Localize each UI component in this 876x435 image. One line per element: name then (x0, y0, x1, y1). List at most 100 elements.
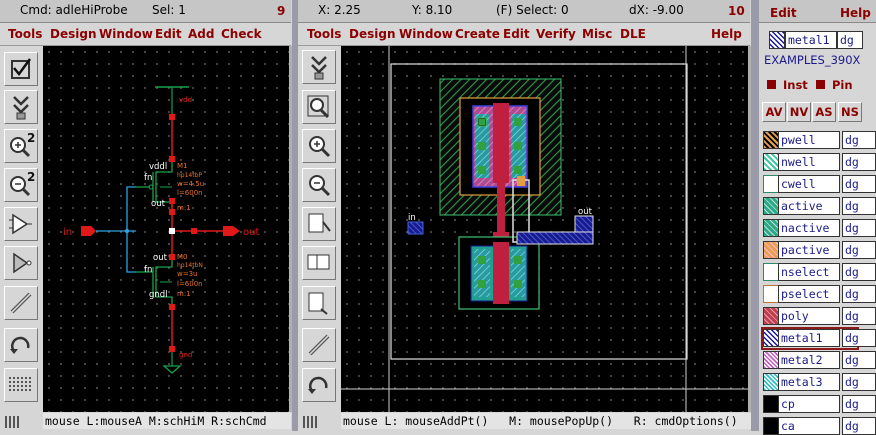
fn-n-label: fn (144, 265, 152, 275)
schematic-window-number: 9 (277, 4, 286, 18)
layout-menu-help[interactable]: Help (711, 27, 742, 41)
pselect-swatch (763, 285, 779, 303)
layout-menu-verify[interactable]: Verify (536, 27, 576, 41)
layer-name: nactive (778, 219, 840, 237)
layer-nactive[interactable]: nactive dg (761, 219, 876, 237)
layout-menu-misc[interactable]: Misc (582, 27, 612, 41)
layout-menu-create[interactable]: Create (455, 27, 500, 41)
undo-button[interactable] (4, 328, 38, 362)
layer-purpose: dg (842, 417, 876, 435)
m0-name: M0 (177, 253, 188, 261)
layer-pwell[interactable]: pwell dg (761, 131, 876, 149)
layer-purpose: dg (842, 197, 876, 215)
palette-library: EXAMPLES_390X (764, 53, 861, 67)
check-button[interactable] (4, 52, 38, 86)
none-selectable-button[interactable]: NS (838, 102, 862, 122)
layout-menu-edit[interactable]: Edit (503, 27, 530, 41)
palette-menu-help[interactable]: Help (840, 6, 871, 20)
path-icon (308, 334, 330, 356)
vddl-label: vddl (149, 162, 167, 172)
pins-button[interactable] (4, 368, 38, 402)
none-visible-button[interactable]: NV (787, 102, 811, 122)
layer-cp[interactable]: cp dg (761, 395, 876, 413)
layer-cwell[interactable]: cwell dg (761, 175, 876, 193)
m0-model: hp14tbN (177, 262, 203, 269)
layer-active[interactable]: active dg (761, 197, 876, 215)
schematic-toolbar-scroll[interactable] (0, 412, 42, 431)
layer-name: cwell (778, 175, 840, 193)
m1-length: l=600n (177, 189, 203, 197)
all-visible-button[interactable]: AV (762, 102, 786, 122)
current-layer[interactable]: metal1 dg (768, 31, 866, 49)
layout-zoom-in-button[interactable] (302, 129, 336, 163)
layer-nwell[interactable]: nwell dg (761, 153, 876, 171)
layout-undo-button[interactable] (302, 368, 336, 402)
zoom-out-sup: 2 (27, 170, 35, 184)
layer-name: cp (778, 395, 840, 413)
layer-metal3[interactable]: metal3 dg (761, 373, 876, 391)
cp-swatch (763, 395, 779, 413)
layout-stretch-button[interactable] (302, 207, 336, 241)
layout-menu-design[interactable]: Design (349, 27, 396, 41)
layout-x-coord: X: 2.25 (318, 3, 361, 17)
layer-nselect[interactable]: nselect dg (761, 263, 876, 281)
layout-zoom-out-button[interactable] (302, 168, 336, 202)
schematic-menubar: Tools Design Window Edit Add Check (0, 23, 291, 46)
window-separator-2 (751, 0, 759, 431)
fn-p-label: fn (144, 173, 152, 183)
layout-toolbar-scroll[interactable] (298, 412, 340, 431)
layout-probe-button[interactable] (302, 50, 336, 84)
schematic-menu-tools[interactable]: Tools (8, 27, 42, 41)
schematic-menu-add[interactable]: Add (188, 27, 214, 41)
layer-purpose: dg (842, 395, 876, 413)
schematic-menu-design[interactable]: Design (50, 27, 97, 41)
zoom-in-button[interactable]: 2 (4, 129, 38, 163)
layout-copy-button[interactable] (302, 246, 336, 280)
wire-button[interactable] (4, 286, 38, 320)
all-selectable-button[interactable]: AS (812, 102, 836, 122)
layer-pactive[interactable]: pactive dg (761, 241, 876, 259)
pin-checkbox[interactable] (816, 80, 825, 89)
layer-metal1[interactable]: metal1 dg (761, 327, 876, 350)
schematic-menu-edit[interactable]: Edit (155, 27, 182, 41)
layer-metal2[interactable]: metal2 dg (761, 351, 876, 369)
layout-menu-tools[interactable]: Tools (307, 27, 341, 41)
probe-button[interactable] (4, 90, 38, 124)
layout-zoom-fit-button[interactable] (302, 90, 336, 124)
zoom-out-button[interactable]: 2 (4, 168, 38, 202)
layout-menu-dle[interactable]: DLE (620, 27, 646, 41)
layout-canvas[interactable]: out in (341, 46, 748, 412)
cwell-swatch (763, 175, 779, 193)
layer-name: active (778, 197, 840, 215)
m1-width: w=4.5u (177, 180, 204, 188)
layer-ca[interactable]: ca dg (761, 417, 876, 435)
pwell-swatch (763, 131, 779, 149)
check-icon (11, 58, 32, 79)
scroll-pins-icon (5, 416, 19, 428)
layer-purpose: dg (842, 241, 876, 259)
place-instance-button[interactable] (4, 207, 38, 241)
place-gate-button[interactable] (4, 246, 38, 280)
stretch-icon (308, 213, 331, 233)
layer-purpose: dg (842, 263, 876, 281)
layout-select-count: (F) Select: 0 (496, 3, 569, 17)
inst-checkbox[interactable] (767, 80, 776, 89)
palette-menu-edit[interactable]: Edit (770, 6, 797, 20)
layout-path-button[interactable] (302, 328, 336, 362)
schematic-menu-window[interactable]: Window (99, 27, 153, 41)
layout-in-label: in (408, 213, 416, 223)
schematic-canvas[interactable]: vdd vddl fn M1 hp14tbP w=4.5u l=600n m:1… (43, 46, 289, 412)
layer-purpose: dg (842, 285, 876, 303)
layer-pselect[interactable]: pselect dg (761, 285, 876, 303)
layout-move-button[interactable] (302, 286, 336, 320)
layout-menu-window[interactable]: Window (399, 27, 453, 41)
schematic-menu-check[interactable]: Check (221, 27, 262, 41)
pin-label: Pin (832, 78, 853, 92)
nwell-swatch (763, 153, 779, 171)
place-gate-icon (13, 252, 32, 274)
layout-titlebar: X: 2.25 Y: 8.10 (F) Select: 0 dX: -9.00 … (298, 0, 750, 23)
undo-icon (308, 376, 328, 394)
wire-icon (10, 292, 32, 314)
layer-poly[interactable]: poly dg (761, 307, 876, 325)
layer-name: nwell (778, 153, 840, 171)
